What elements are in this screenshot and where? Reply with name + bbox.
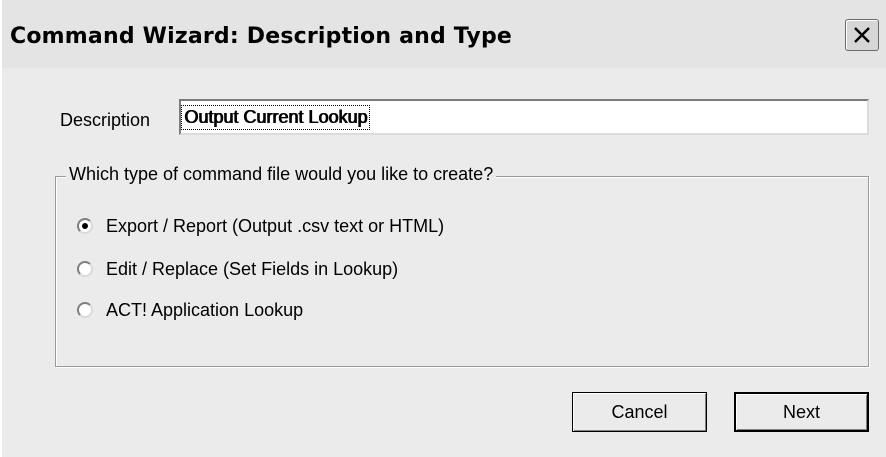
radio-label-edit-replace: Edit / Replace (Set Fields in Lookup) <box>106 258 399 279</box>
radio-button[interactable] <box>77 261 93 277</box>
cancel-button[interactable]: Cancel <box>572 392 707 432</box>
command-type-legend: Which type of command file would you lik… <box>66 164 497 185</box>
close-button[interactable] <box>845 19 879 51</box>
radio-act-application-lookup[interactable]: ACT! Application Lookup <box>77 297 303 323</box>
radio-label-act-application-lookup: ACT! Application Lookup <box>106 299 304 320</box>
radio-button[interactable] <box>77 302 93 318</box>
description-input[interactable] <box>179 99 869 135</box>
title-bar[interactable]: Command Wizard: Description and Type <box>2 0 886 68</box>
radio-label-export-report: Export / Report (Output .csv text or HTM… <box>106 215 445 236</box>
command-wizard-dialog: Command Wizard: Description and Type Des… <box>0 0 886 457</box>
radio-button-selected[interactable] <box>77 218 93 234</box>
next-button[interactable]: Next <box>734 392 869 432</box>
description-label: Description <box>60 110 151 130</box>
close-icon <box>854 27 870 43</box>
radio-edit-replace[interactable]: Edit / Replace (Set Fields in Lookup) <box>77 256 398 282</box>
radio-export-report[interactable]: Export / Report (Output .csv text or HTM… <box>77 213 444 239</box>
window-title: Command Wizard: Description and Type <box>10 24 513 49</box>
